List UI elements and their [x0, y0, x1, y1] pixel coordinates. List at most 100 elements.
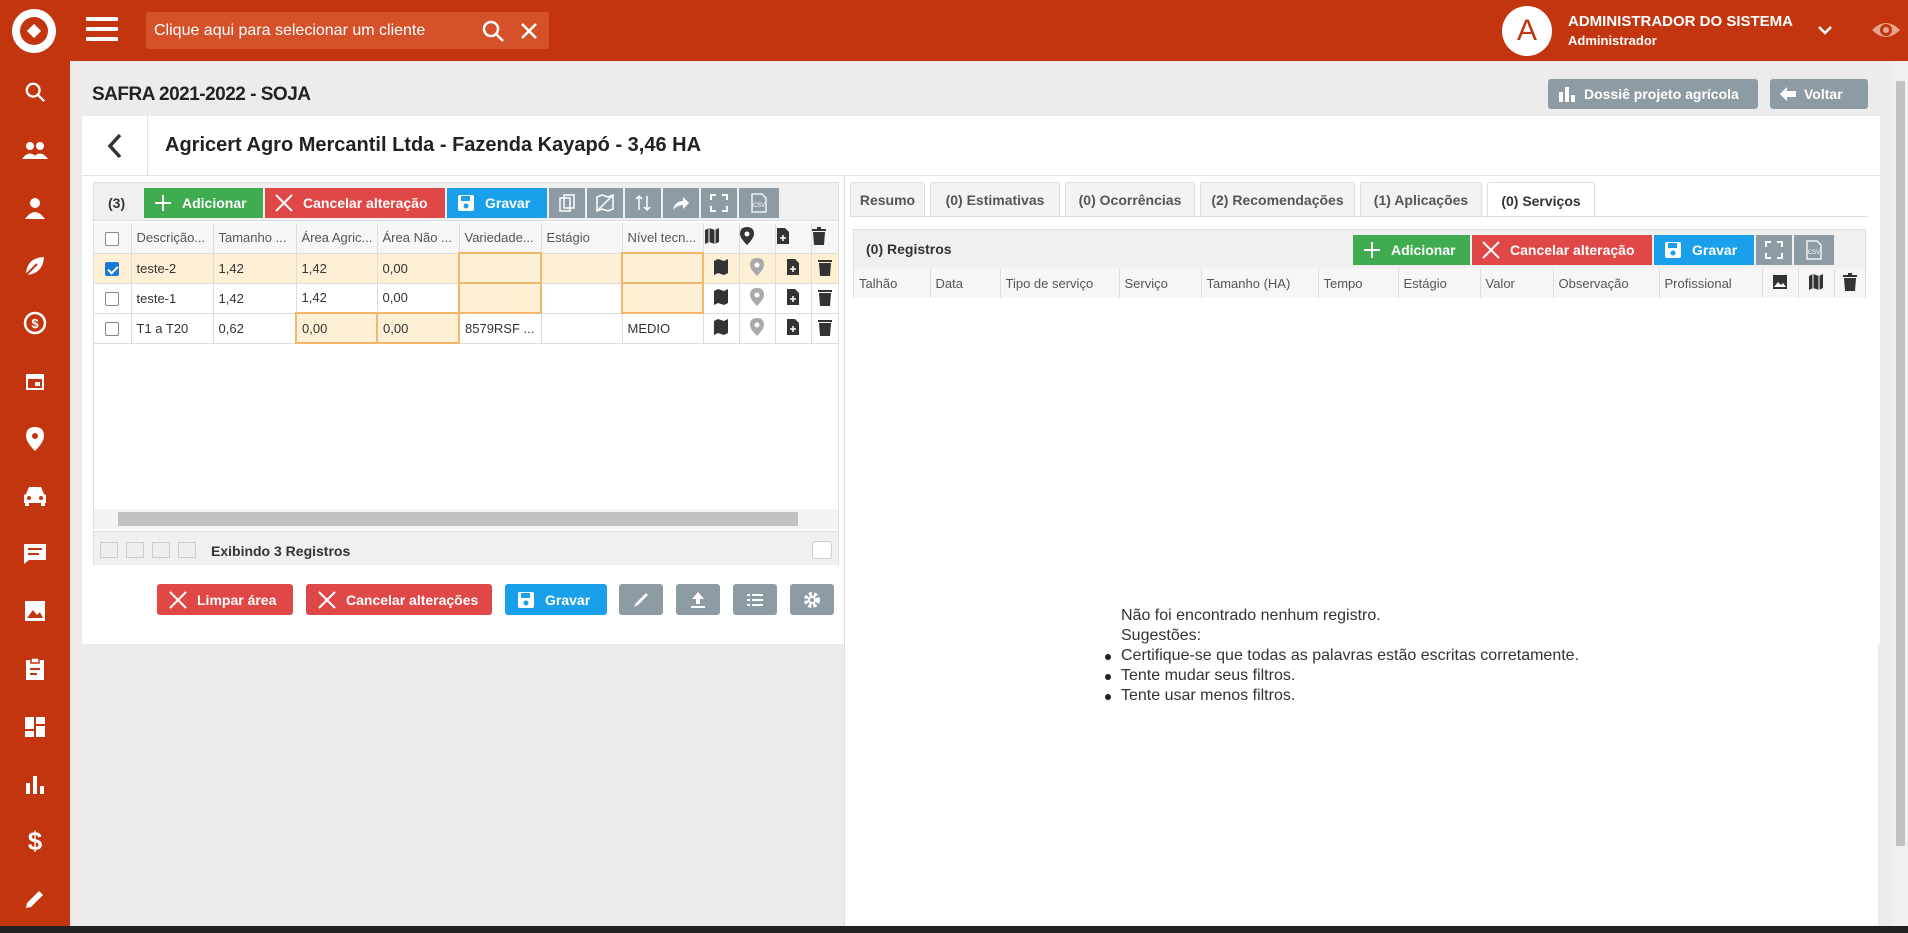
cell-nivel[interactable] [621, 252, 704, 284]
first-page-button[interactable] [100, 542, 118, 558]
scrollbar-thumb[interactable] [1896, 81, 1905, 846]
cell-estagio[interactable] [541, 313, 623, 344]
share-icon[interactable] [663, 188, 699, 218]
table-row[interactable]: teste-1 1,42 1,42 0,00 [94, 282, 839, 314]
cell-estagio[interactable] [541, 253, 623, 284]
cell-area-agric[interactable]: 1,42 [296, 253, 378, 284]
row-checkbox[interactable] [94, 313, 132, 344]
chevron-down-icon[interactable] [1815, 20, 1835, 40]
fullscreen-icon[interactable] [701, 188, 737, 218]
gravar-button[interactable]: Gravar [505, 584, 607, 615]
dashboard-icon[interactable] [15, 707, 55, 747]
cell-descricao[interactable]: teste-2 [131, 253, 214, 284]
dossie-button[interactable]: Dossiê projeto agrícola [1548, 79, 1758, 109]
calendar-icon[interactable] [15, 361, 55, 401]
location-pin-icon[interactable] [15, 419, 55, 459]
map-off-icon[interactable] [587, 188, 623, 218]
app-logo[interactable] [12, 9, 56, 53]
location-pin-icon[interactable] [739, 253, 776, 284]
cell-nivel[interactable]: MEDIO [622, 313, 704, 344]
bar-chart-icon[interactable] [15, 764, 55, 804]
search-icon[interactable] [481, 19, 505, 43]
map-icon[interactable] [703, 253, 740, 284]
save-button[interactable]: Gravar [447, 188, 547, 218]
column-header[interactable]: Nível tecn... [622, 223, 704, 254]
clipboard-icon[interactable] [15, 649, 55, 689]
last-page-button[interactable] [178, 542, 196, 558]
limpar-area-button[interactable]: Limpar área [157, 584, 293, 615]
cell-area-nao[interactable]: 0,00 [377, 253, 460, 284]
paint-brush-icon[interactable] [619, 584, 663, 615]
column-header[interactable]: Tipo de serviço [1000, 268, 1120, 298]
location-pin-icon[interactable] [739, 313, 776, 344]
gear-icon[interactable] [790, 584, 834, 615]
row-checkbox[interactable] [94, 253, 132, 284]
client-selector[interactable]: Clique aqui para selecionar um cliente [146, 12, 549, 49]
column-header[interactable]: Tamanho (HA) [1201, 268, 1319, 298]
user-name[interactable]: ADMINISTRADOR DO SISTEMA [1568, 13, 1793, 30]
cell-variedade[interactable]: 8579RSF ... [459, 313, 542, 344]
eye-icon[interactable] [1870, 18, 1902, 42]
column-header[interactable]: Área Não ... [377, 223, 460, 254]
tab-servicos[interactable]: (0) Serviços [1487, 182, 1595, 218]
cancel-change-button[interactable]: Cancelar alteração [265, 188, 445, 218]
next-page-button[interactable] [152, 542, 170, 558]
tab-resumo[interactable]: Resumo [850, 182, 925, 216]
trash-icon[interactable] [811, 313, 839, 344]
close-icon[interactable] [518, 20, 540, 42]
save-servico-button[interactable]: Gravar [1654, 235, 1754, 265]
cell-nivel[interactable] [621, 282, 704, 314]
tab-recomendacoes[interactable]: (2) Recomendações [1200, 182, 1355, 216]
upload-icon[interactable] [676, 584, 720, 615]
cell-variedade[interactable] [458, 252, 542, 284]
list-icon[interactable] [733, 584, 777, 615]
pencil-icon[interactable] [15, 879, 55, 919]
scrollbar-thumb[interactable] [118, 512, 798, 526]
column-header[interactable]: Talhão [854, 268, 931, 298]
cell-descricao[interactable]: teste-1 [131, 283, 214, 314]
lightbulb-icon[interactable] [812, 541, 832, 559]
tab-estimativas[interactable]: (0) Estimativas [930, 182, 1060, 216]
add-button[interactable]: Adicionar [144, 188, 263, 218]
select-all-checkbox[interactable] [94, 223, 132, 254]
copy-icon[interactable] [549, 188, 585, 218]
file-add-icon[interactable] [775, 313, 812, 344]
location-pin-icon[interactable] [739, 283, 776, 314]
avatar[interactable]: A [1502, 6, 1552, 56]
back-button[interactable] [82, 116, 148, 176]
column-header[interactable]: Data [930, 268, 1001, 298]
leaf-icon[interactable] [15, 246, 55, 286]
table-row[interactable]: T1 a T20 0,62 0,00 0,00 8579RSF ... MEDI… [94, 312, 839, 344]
people-icon[interactable] [15, 130, 55, 170]
cancel-servico-button[interactable]: Cancelar alteração [1472, 235, 1652, 265]
prev-page-button[interactable] [126, 542, 144, 558]
column-header[interactable]: Observação [1553, 268, 1660, 298]
cell-tamanho[interactable]: 0,62 [213, 313, 297, 344]
money-cycle-icon[interactable]: $ [15, 303, 55, 343]
trash-icon[interactable] [811, 253, 839, 284]
person-icon[interactable] [15, 188, 55, 228]
csv-icon[interactable]: CSV [739, 188, 779, 218]
cell-area-agric[interactable]: 0,00 [295, 312, 378, 344]
file-add-icon[interactable] [775, 253, 812, 284]
column-header[interactable]: Tamanho ... [213, 223, 297, 254]
cancelar-alteracoes-button[interactable]: Cancelar alterações [306, 584, 492, 615]
dollar-icon[interactable]: $ [15, 821, 55, 861]
cell-estagio[interactable] [541, 283, 623, 314]
column-header[interactable]: Descrição... [131, 223, 214, 254]
cell-descricao[interactable]: T1 a T20 [131, 313, 214, 344]
cell-tamanho[interactable]: 1,42 [213, 283, 297, 314]
map-icon[interactable] [703, 313, 740, 344]
tab-ocorrencias[interactable]: (0) Ocorrências [1065, 182, 1195, 216]
menu-icon[interactable] [86, 17, 118, 43]
csv-icon[interactable]: CSV [1794, 235, 1834, 265]
fullscreen-icon[interactable] [1756, 235, 1792, 265]
trash-icon[interactable] [811, 283, 839, 314]
column-header[interactable]: Estágio [541, 223, 623, 254]
tab-aplicacoes[interactable]: (1) Aplicações [1360, 182, 1482, 216]
chat-icon[interactable] [15, 534, 55, 574]
horizontal-scrollbar[interactable] [94, 509, 838, 529]
sort-icon[interactable] [625, 188, 661, 218]
cell-area-agric[interactable]: 1,42 [296, 283, 378, 314]
column-header[interactable]: Estágio [1398, 268, 1481, 298]
